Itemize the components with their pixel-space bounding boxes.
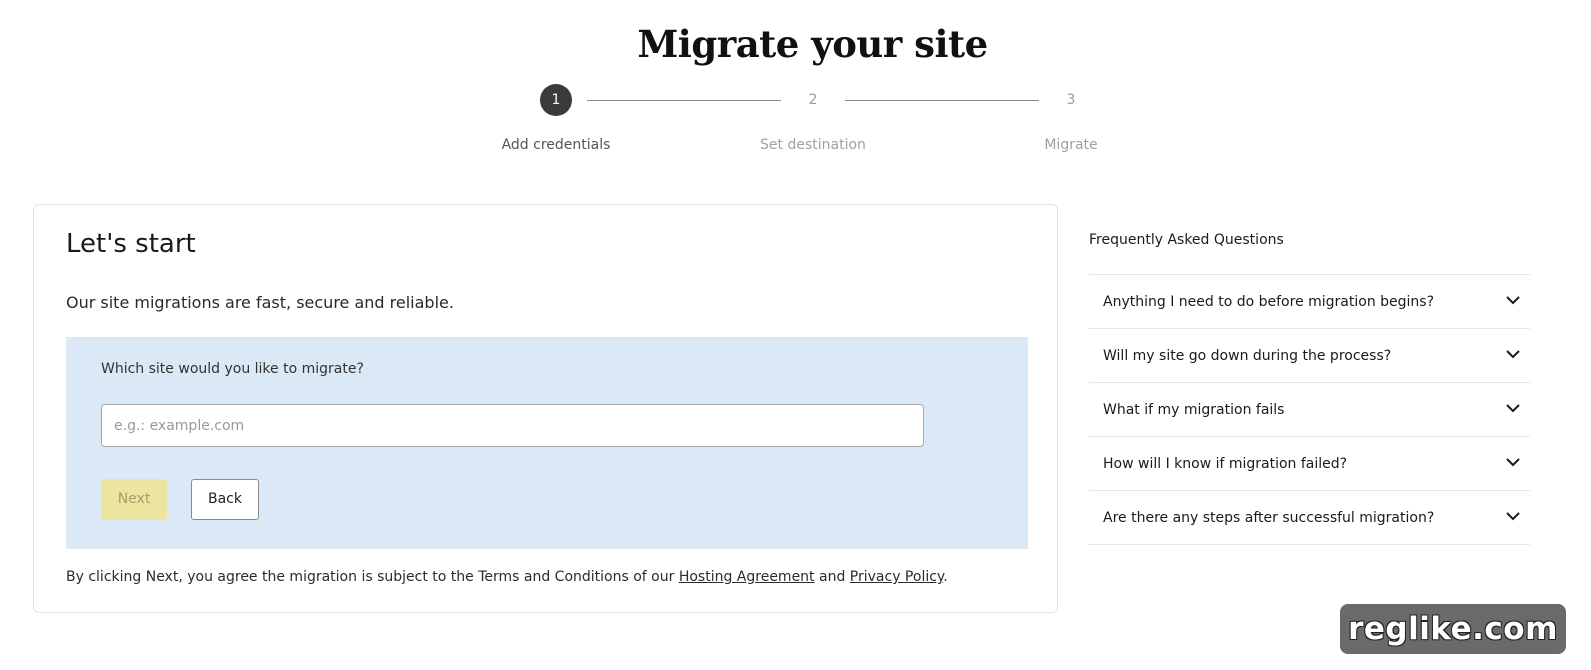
faq-list: Anything I need to do before migration b… <box>1089 274 1530 545</box>
terms-prefix: By clicking Next, you agree the migratio… <box>66 569 679 585</box>
faq-title: Frequently Asked Questions <box>1089 232 1284 248</box>
card-heading: Let's start <box>66 229 196 259</box>
back-button[interactable]: Back <box>191 479 259 520</box>
faq-item-migration-fails[interactable]: What if my migration fails <box>1089 383 1530 437</box>
next-button[interactable]: Next <box>101 479 167 520</box>
site-watermark: reglike.com <box>1340 604 1566 654</box>
faq-question: Will my site go down during the process? <box>1103 348 1392 364</box>
faq-question: How will I know if migration failed? <box>1103 456 1348 472</box>
privacy-policy-link[interactable]: Privacy Policy <box>850 569 943 585</box>
step-1-indicator: 1 <box>540 84 572 116</box>
faq-item-steps-after[interactable]: Are there any steps after successful mig… <box>1089 491 1530 545</box>
faq-question: Are there any steps after successful mig… <box>1103 510 1435 526</box>
step-3-indicator: 3 <box>1066 92 1076 108</box>
chevron-down-icon <box>1506 404 1520 413</box>
step-3-label: Migrate <box>1044 137 1098 153</box>
step-connector-1 <box>587 100 781 101</box>
site-question-label: Which site would you like to migrate? <box>101 361 364 377</box>
migration-page: Migrate your site 1 2 3 Add credentials … <box>0 0 1591 670</box>
terms-suffix: . <box>943 569 948 585</box>
card-subheading: Our site migrations are fast, secure and… <box>66 293 454 312</box>
faq-item-site-down[interactable]: Will my site go down during the process? <box>1089 329 1530 383</box>
step-2-indicator: 2 <box>808 92 818 108</box>
hosting-agreement-link[interactable]: Hosting Agreement <box>679 569 815 585</box>
site-url-input[interactable] <box>101 404 924 447</box>
faq-question: What if my migration fails <box>1103 402 1285 418</box>
step-1-label: Add credentials <box>501 137 611 153</box>
chevron-down-icon <box>1506 350 1520 359</box>
credentials-card: Let's start Our site migrations are fast… <box>33 204 1058 613</box>
site-entry-panel: Which site would you like to migrate? Ne… <box>66 337 1028 549</box>
terms-middle: and <box>814 569 850 585</box>
chevron-down-icon <box>1506 512 1520 521</box>
faq-item-before-migration[interactable]: Anything I need to do before migration b… <box>1089 275 1530 329</box>
step-2-label: Set destination <box>760 137 866 153</box>
faq-question: Anything I need to do before migration b… <box>1103 294 1435 310</box>
step-connector-2 <box>845 100 1039 101</box>
terms-text: By clicking Next, you agree the migratio… <box>66 569 948 585</box>
chevron-down-icon <box>1506 458 1520 467</box>
faq-item-know-failed[interactable]: How will I know if migration failed? <box>1089 437 1530 491</box>
chevron-down-icon <box>1506 296 1520 305</box>
page-title: Migrate your site <box>637 22 988 66</box>
